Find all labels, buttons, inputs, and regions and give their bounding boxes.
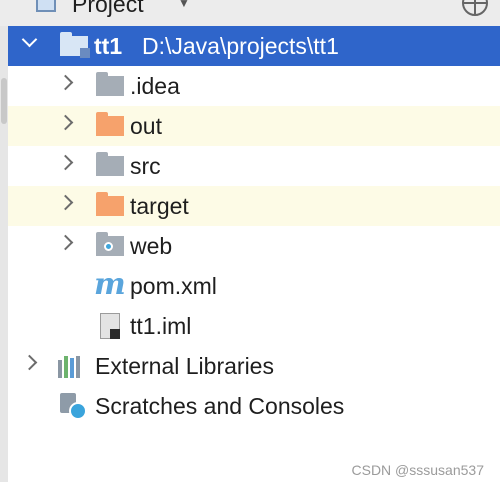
expand-arrow-icon[interactable] (57, 154, 74, 171)
node-label: target (130, 193, 189, 219)
node-label: tt1.iml (130, 313, 192, 339)
expand-arrow-icon[interactable] (57, 194, 74, 211)
node-label: External Libraries (95, 353, 274, 379)
node-label: web (130, 233, 173, 259)
iml-file-icon (100, 313, 120, 339)
folder-icon (96, 72, 124, 96)
node-label: src (130, 153, 161, 179)
tree-node-root[interactable]: tt1 D:\Java\projects\tt1 (8, 26, 500, 66)
tree-node-pom[interactable]: m pom.xml (8, 266, 500, 306)
left-gutter (0, 26, 8, 482)
node-label: .idea (130, 73, 180, 99)
chevron-down-icon[interactable]: ▼ (178, 0, 190, 10)
expand-arrow-icon[interactable] (57, 74, 74, 91)
tree-node-iml[interactable]: tt1.iml (8, 306, 500, 346)
tool-window-title[interactable]: Project (72, 0, 144, 16)
tree-node-target[interactable]: target (8, 186, 500, 226)
tree-node-src[interactable]: src (8, 146, 500, 186)
scratches-icon (60, 393, 88, 421)
project-icon (36, 0, 56, 12)
watermark: CSDN @sssusan537 (351, 462, 485, 478)
project-tool-window-header: Project ▼ (0, 0, 500, 27)
module-folder-icon (60, 32, 90, 58)
tree-node-idea[interactable]: .idea (8, 66, 500, 106)
excluded-folder-icon (96, 112, 124, 136)
node-label: out (130, 113, 162, 139)
node-label: Scratches and Consoles (95, 393, 345, 419)
excluded-folder-icon (96, 192, 124, 216)
crosshair-icon[interactable] (462, 0, 488, 16)
tree-node-web[interactable]: web (8, 226, 500, 266)
gutter-scroll-thumb[interactable] (1, 78, 7, 124)
maven-icon: m (94, 267, 126, 302)
libraries-icon (58, 356, 84, 378)
folder-icon (96, 152, 124, 176)
node-label: pom.xml (130, 273, 217, 299)
expand-arrow-icon[interactable] (21, 354, 38, 371)
expand-arrow-icon[interactable] (57, 114, 74, 131)
tree-node-scratches[interactable]: Scratches and Consoles (8, 386, 500, 426)
expand-arrow-icon[interactable] (21, 31, 38, 48)
root-name: tt1 (94, 33, 123, 59)
project-tree: tt1 D:\Java\projects\tt1 .idea out src t… (8, 26, 500, 482)
expand-arrow-icon[interactable] (57, 234, 74, 251)
tree-node-external-libraries[interactable]: External Libraries (8, 346, 500, 386)
web-folder-icon (96, 232, 124, 256)
tree-node-out[interactable]: out (8, 106, 500, 146)
root-path: D:\Java\projects\tt1 (142, 33, 339, 59)
